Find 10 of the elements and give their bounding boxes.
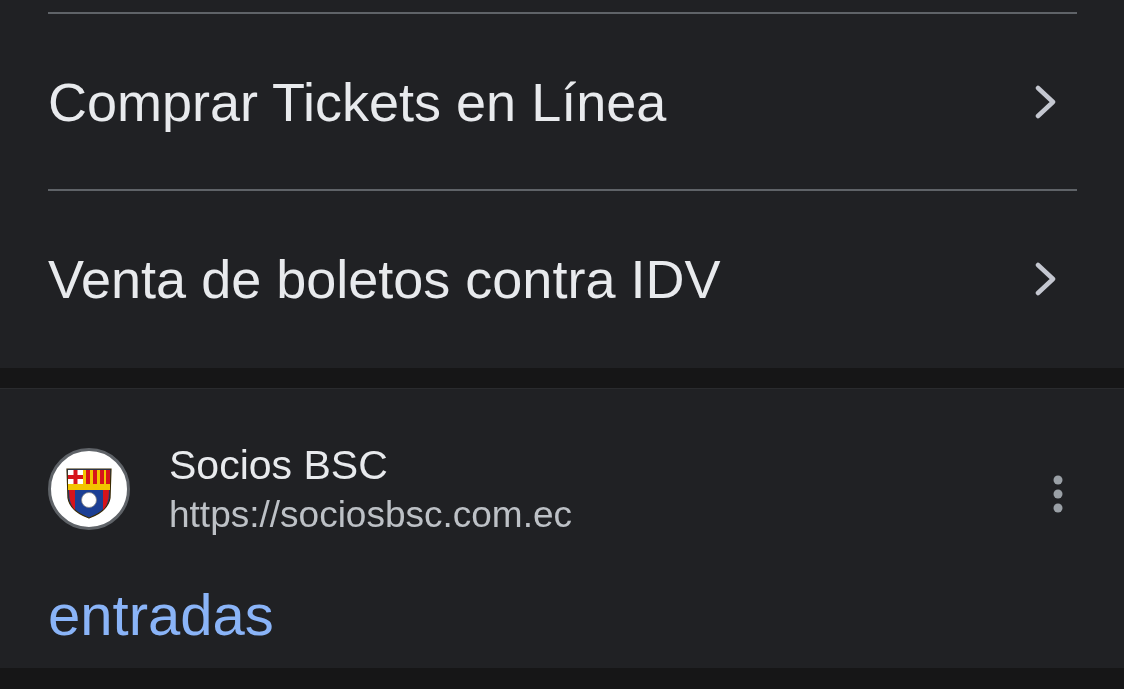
more-options-icon	[1053, 475, 1063, 513]
menu-link[interactable]: Venta de boletos contra IDV	[48, 189, 1077, 366]
chevron-right-icon	[1034, 261, 1058, 296]
menu-link[interactable]: Comprar Tickets en Línea	[48, 12, 1077, 189]
chevron-right-icon	[1034, 84, 1058, 119]
result-title-link[interactable]: entradas	[48, 582, 274, 647]
site-url: https://sociosbsc.com.ec	[169, 494, 573, 536]
site-name: Socios BSC	[169, 442, 389, 488]
more-options-button[interactable]	[1051, 474, 1065, 514]
crest-icon	[48, 448, 130, 530]
